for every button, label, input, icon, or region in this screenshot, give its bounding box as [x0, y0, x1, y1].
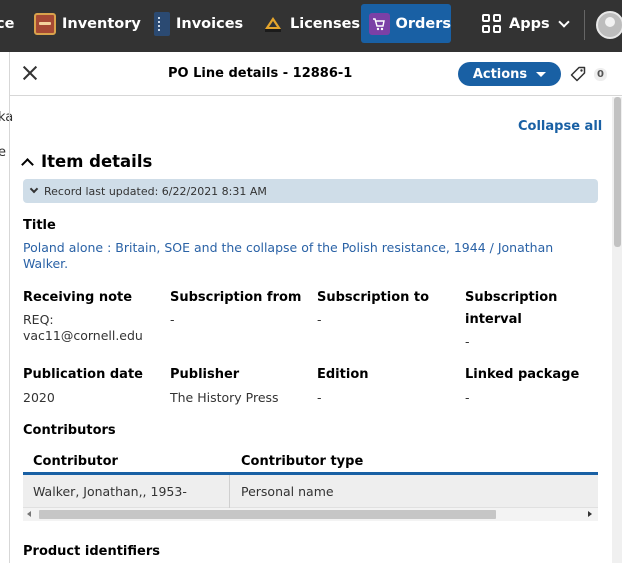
chevron-down-icon — [29, 184, 39, 194]
pane-content: Collapse all Item details Record last up… — [10, 97, 612, 563]
scroll-left-icon[interactable] — [27, 511, 31, 517]
invoices-icon — [154, 11, 170, 36]
app-top-bar: ce Inventory Invoices Licenses Orders Ap… — [0, 0, 622, 52]
column-header-contributor[interactable]: Contributor — [33, 454, 118, 469]
item-details-accordion-header[interactable]: Item details — [21, 152, 153, 171]
record-last-updated-accordion[interactable]: Record last updated: 6/22/2021 8:31 AM — [23, 179, 598, 203]
pane-header: PO Line details - 12886-1 Actions 0 — [10, 52, 622, 96]
licenses-icon — [262, 13, 284, 35]
chevron-up-icon — [21, 157, 34, 171]
topbar-divider — [584, 10, 585, 40]
horizontal-scrollbar[interactable] — [23, 508, 598, 521]
apps-menu-button[interactable]: Apps — [482, 4, 570, 43]
app-link-invoices[interactable]: Invoices — [150, 4, 250, 43]
linked-package-value: - — [465, 390, 470, 405]
title-label: Title — [23, 218, 56, 233]
pane-title: PO Line details - 12886-1 — [168, 66, 353, 81]
subscription-to-value: - — [317, 312, 322, 327]
vertical-scrollbar-thumb[interactable] — [614, 97, 621, 247]
caret-down-icon — [536, 71, 547, 77]
publisher-value: The History Press — [170, 390, 279, 405]
collapse-all-button[interactable]: Collapse all — [518, 119, 602, 134]
contributors-table: Contributor Contributor type Walker, Jon… — [23, 448, 598, 521]
app-link-truncated[interactable]: ce — [0, 4, 22, 43]
edition-label: Edition — [317, 367, 369, 382]
orders-icon — [369, 12, 390, 35]
app-link-label: ce — [0, 15, 15, 32]
inventory-icon — [34, 12, 56, 35]
app-link-label: Invoices — [176, 15, 244, 32]
publication-date-value: 2020 — [23, 390, 55, 405]
record-updated-text: Record last updated: 6/22/2021 8:31 AM — [44, 184, 267, 198]
close-icon[interactable] — [22, 65, 38, 81]
column-separator — [229, 475, 230, 508]
scrollbar-thumb[interactable] — [39, 510, 496, 519]
app-link-inventory[interactable]: Inventory — [30, 4, 142, 43]
title-link[interactable]: Poland alone : Britain, SOE and the coll… — [23, 240, 583, 272]
table-cell: Walker, Jonathan,, 1953- — [33, 484, 187, 499]
product-identifiers-label: Product identifiers — [23, 544, 160, 559]
linked-package-label: Linked package — [465, 367, 580, 382]
subscription-to-label: Subscription to — [317, 290, 430, 305]
subscription-from-value: - — [170, 312, 175, 327]
table-header: Contributor Contributor type — [23, 448, 598, 475]
apps-grid-icon — [482, 14, 501, 33]
app-link-label: Orders — [395, 15, 451, 32]
chevron-down-icon — [557, 15, 570, 28]
tag-icon[interactable] — [570, 66, 586, 82]
app-link-label: Inventory — [62, 15, 141, 32]
section-title: Item details — [41, 152, 153, 171]
publication-date-label: Publication date — [23, 367, 143, 382]
tag-count-badge: 0 — [594, 68, 607, 81]
apps-menu-label: Apps — [509, 15, 550, 32]
receiving-note-value: REQ: vac11@cornell.edu — [23, 312, 143, 343]
subscription-from-label: Subscription from — [170, 290, 302, 305]
table-row[interactable]: Walker, Jonathan,, 1953- Personal name — [23, 475, 598, 508]
edition-value: - — [317, 390, 322, 405]
subscription-interval-value: - — [465, 334, 470, 349]
user-avatar-icon[interactable] — [596, 11, 622, 39]
receiving-note-label: Receiving note — [23, 290, 133, 305]
scroll-right-icon[interactable] — [588, 511, 592, 517]
app-link-orders[interactable]: Orders — [361, 4, 451, 43]
app-link-licenses[interactable]: Licenses — [260, 4, 360, 43]
actions-label: Actions — [472, 66, 528, 82]
subscription-interval-label: Subscription interval — [465, 290, 558, 327]
publisher-label: Publisher — [170, 367, 240, 382]
sliver-text: e — [0, 145, 6, 160]
actions-button[interactable]: Actions — [458, 62, 561, 86]
column-header-contributor-type[interactable]: Contributor type — [241, 454, 363, 469]
table-cell: Personal name — [241, 484, 334, 499]
contributors-label: Contributors — [23, 423, 116, 438]
app-link-label: Licenses — [290, 15, 361, 32]
underlying-pane-sliver: ka e — [0, 52, 13, 563]
